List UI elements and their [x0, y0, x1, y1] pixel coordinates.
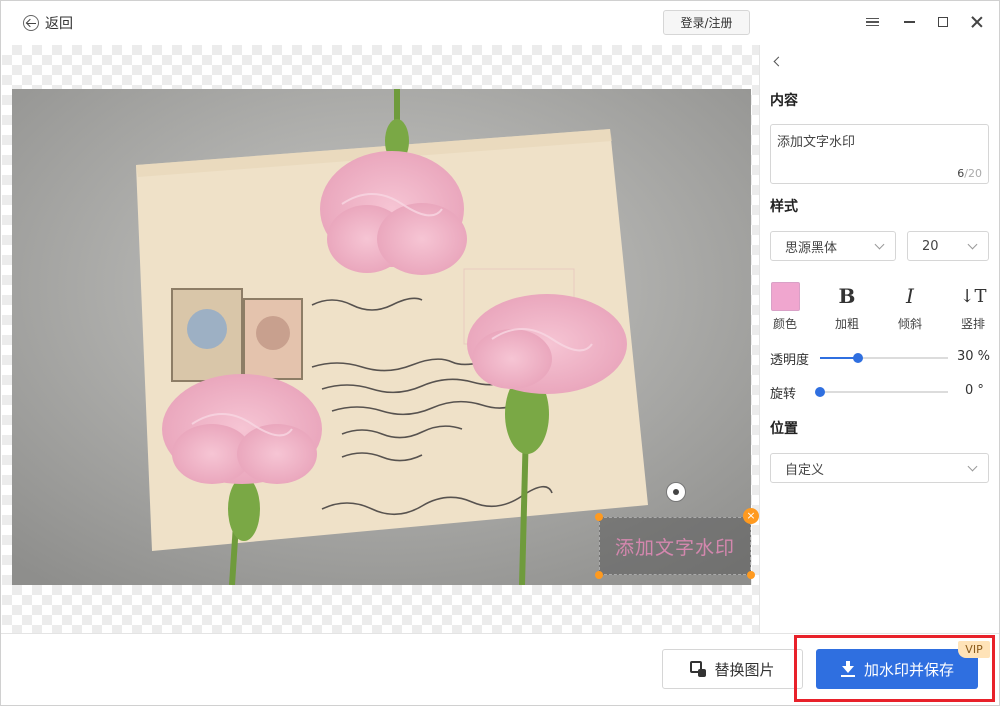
replace-image-button[interactable]: 替换图片 — [662, 649, 803, 689]
add-watermark-save-button[interactable]: 加水印并保存 — [816, 649, 978, 689]
font-family-value: 思源黑体 — [785, 240, 838, 256]
replace-image-icon — [690, 661, 707, 677]
chevron-down-icon — [874, 239, 885, 250]
opacity-value: 30 % — [957, 349, 991, 364]
watermark-delete-icon[interactable]: × — [743, 508, 759, 524]
rotate-handle[interactable] — [666, 482, 686, 502]
rotation-slider-knob[interactable] — [815, 387, 825, 397]
opacity-label: 透明度 — [770, 353, 810, 368]
resize-handle-bottom-right[interactable] — [747, 571, 755, 579]
position-select[interactable]: 自定义 — [770, 453, 989, 483]
back-button[interactable]: 返回 — [23, 13, 73, 33]
italic-label: 倾斜 — [897, 317, 922, 331]
bold-icon: B — [838, 284, 856, 308]
footer-divider — [1, 633, 999, 634]
position-value: 自定义 — [785, 462, 825, 478]
menu-icon[interactable] — [862, 12, 882, 32]
resize-handle-top-left[interactable] — [595, 513, 603, 521]
watermark-text-value: 添加文字水印 — [777, 135, 856, 150]
minimize-icon — [903, 21, 915, 23]
rotation-label: 旋转 — [770, 387, 797, 402]
arrow-left-icon — [23, 15, 39, 31]
opacity-slider-knob[interactable] — [853, 353, 864, 363]
close-button[interactable] — [967, 12, 987, 32]
app-window: 返回 登录/注册 添加文字水印 × 内容 添加文字水印 6/20 样式 思源黑体… — [0, 0, 1000, 706]
resize-handle-bottom-left[interactable] — [595, 571, 603, 579]
watermark-text-input[interactable]: 添加文字水印 6/20 — [770, 124, 989, 184]
collapse-panel-icon[interactable] — [770, 55, 784, 69]
back-label: 返回 — [45, 16, 73, 32]
italic-tool[interactable]: I 倾斜 — [888, 281, 932, 332]
watermark-text: 添加文字水印 — [614, 536, 735, 559]
bold-tool[interactable]: B 加粗 — [825, 281, 869, 332]
vertical-tool[interactable]: ↓T 竖排 — [951, 281, 995, 332]
color-swatch — [770, 281, 800, 311]
editor-canvas: 添加文字水印 × — [2, 45, 759, 633]
photo-image — [12, 89, 751, 585]
watermark-text-box[interactable]: 添加文字水印 — [595, 513, 755, 579]
color-tool[interactable]: 颜色 — [763, 281, 807, 332]
rotation-slider[interactable] — [815, 387, 948, 397]
font-size-select[interactable]: 20 — [907, 231, 989, 261]
position-section-title: 位置 — [770, 421, 798, 437]
vip-badge: VIP — [958, 641, 990, 658]
maximize-icon — [938, 17, 948, 27]
style-section-title: 样式 — [770, 199, 798, 215]
vertical-label: 竖排 — [960, 317, 985, 331]
rotation-value: 0 ° — [965, 383, 984, 398]
download-icon — [840, 661, 856, 677]
bold-label: 加粗 — [834, 317, 859, 331]
content-section-title: 内容 — [770, 93, 798, 109]
italic-icon: I — [906, 284, 914, 308]
close-icon — [971, 16, 983, 28]
chevron-down-icon — [967, 239, 978, 250]
title-bar: 返回 登录/注册 — [1, 1, 999, 45]
font-size-value: 20 — [922, 238, 939, 254]
minimize-button[interactable] — [899, 12, 919, 32]
replace-image-label: 替换图片 — [714, 660, 775, 679]
save-label: 加水印并保存 — [863, 660, 954, 679]
login-register-button[interactable]: 登录/注册 — [663, 10, 750, 35]
char-counter: 6/20 — [957, 167, 982, 180]
maximize-button[interactable] — [933, 12, 953, 32]
opacity-slider[interactable] — [820, 353, 948, 363]
settings-panel: 内容 添加文字水印 6/20 样式 思源黑体 20 颜色 B 加粗 I 倾斜 ↓… — [760, 45, 999, 633]
chevron-down-icon — [967, 461, 978, 472]
vertical-text-icon: ↓T — [959, 285, 987, 307]
font-family-select[interactable]: 思源黑体 — [770, 231, 896, 261]
color-label: 颜色 — [772, 317, 797, 331]
